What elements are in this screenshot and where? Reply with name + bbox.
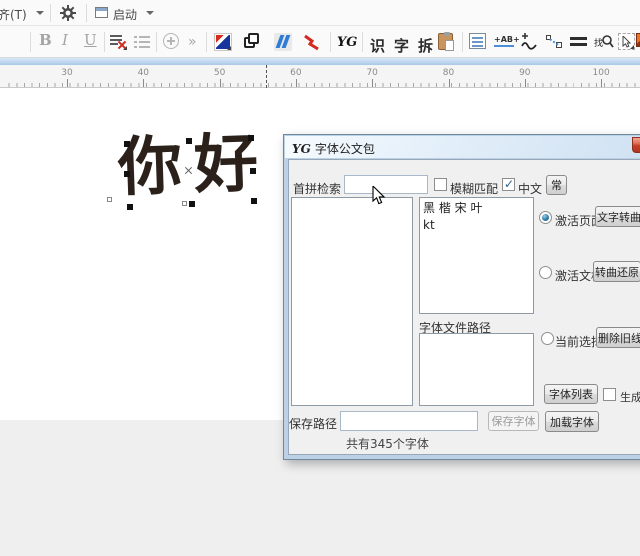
common-fonts-button[interactable]: 常 xyxy=(546,175,567,195)
text-node-handle[interactable] xyxy=(107,197,112,202)
selection-handle-top-mid[interactable] xyxy=(186,138,192,144)
selection-handle-bottom-right[interactable] xyxy=(251,198,257,204)
ruler-tick-mark xyxy=(296,79,297,87)
ruler-tick-label: 70 xyxy=(360,68,384,78)
underline-button[interactable]: U xyxy=(84,31,97,49)
chinese-checkbox[interactable]: ✓ xyxy=(502,178,515,191)
font-table-icon[interactable] xyxy=(469,33,486,49)
toolbar-standard: 贴齐(T) 启动 xyxy=(0,0,640,26)
ruler-tick-mark xyxy=(449,79,450,87)
ruler-tick-mark xyxy=(220,79,221,87)
font-briefcase-dialog: YG字体公文包 首拼检索 模糊匹配 ✓ 中文 常 黑 楷 宋 叶kt 字体文件路… xyxy=(283,134,640,460)
snap-dropdown-caret-icon[interactable] xyxy=(36,11,44,15)
font-count-status: 共有345个字体 xyxy=(346,435,429,452)
mouse-cursor-icon xyxy=(372,186,386,206)
toolbar-overflow-chevron[interactable]: » xyxy=(188,34,197,50)
clipped-edge-icon[interactable] xyxy=(636,33,640,47)
bulleted-list-icon[interactable] xyxy=(134,33,152,51)
fit-text-to-curve-icon[interactable] xyxy=(520,33,538,51)
ruler-tick-mark xyxy=(143,79,144,87)
plugin-logo-icon[interactable] xyxy=(214,33,232,51)
italic-button[interactable]: I xyxy=(62,31,68,49)
yg-plugin-logo[interactable]: YG xyxy=(337,35,357,50)
ruler-tick-label: 80 xyxy=(437,68,461,78)
ruler-tick-mark xyxy=(372,79,373,87)
chinese-label: 中文 xyxy=(518,180,542,197)
search-label: 首拼检索 xyxy=(293,180,341,197)
launch-dropdown-caret-icon[interactable] xyxy=(146,11,154,15)
clipboard-paste-icon[interactable] xyxy=(438,33,453,50)
fuzzy-match-checkbox[interactable] xyxy=(434,178,447,191)
insert-text-icon[interactable]: +AB+ xyxy=(494,33,514,49)
ruler-tick-mark xyxy=(525,79,526,87)
double-line-icon[interactable] xyxy=(570,33,588,51)
dialog-titlebar[interactable]: YG字体公文包 xyxy=(285,136,640,158)
save-path-label: 保存路径 xyxy=(289,415,337,432)
zoom-plus-icon[interactable] xyxy=(163,33,179,49)
horizontal-ruler[interactable]: 30 40 50 60 70 80 90 100 xyxy=(0,65,640,88)
curve-restore-button[interactable]: 转曲还原 xyxy=(593,261,640,282)
bold-button[interactable]: B xyxy=(39,31,52,49)
launch-menu[interactable]: 启动 xyxy=(113,6,137,23)
dialog-title: YG字体公文包 xyxy=(292,140,375,157)
font-name-listbox[interactable]: 黑 楷 宋 叶kt xyxy=(419,197,534,314)
ruler-tick-label: 60 xyxy=(284,68,308,78)
text-alignment-none-icon[interactable] xyxy=(110,33,127,50)
ruler-tick-label: 50 xyxy=(208,68,232,78)
distribute-objects-icon[interactable] xyxy=(546,33,564,51)
text-to-curve-button[interactable]: 文字转曲 xyxy=(595,206,640,227)
selection-center-marker-icon[interactable] xyxy=(184,166,193,175)
result-listbox[interactable] xyxy=(291,197,413,406)
selection-handle-top-left[interactable] xyxy=(124,141,130,147)
pinyin-search-input[interactable] xyxy=(344,175,428,194)
plugin-button-2[interactable]: 字 xyxy=(394,35,409,56)
selection-handle-mid-left[interactable] xyxy=(124,171,130,177)
selection-handle-top-right[interactable] xyxy=(248,135,254,141)
toolbar-text-plugins: B I U » xyxy=(0,26,640,58)
delete-old-lines-button[interactable]: 删除旧线 xyxy=(596,327,640,348)
font-list-item[interactable]: 黑 楷 宋 叶 xyxy=(420,198,533,217)
ruler-top-band xyxy=(0,58,640,65)
generate-list-label: 生成列表 xyxy=(620,389,640,405)
selection-handle-bottom-mid[interactable] xyxy=(189,201,195,207)
save-path-input[interactable] xyxy=(340,411,478,431)
radio-dot-icon xyxy=(542,214,549,221)
activate-document-radio[interactable] xyxy=(539,266,552,279)
overlap-shapes-icon[interactable] xyxy=(244,33,262,51)
close-button[interactable] xyxy=(632,137,640,153)
font-path-listbox[interactable] xyxy=(419,333,534,406)
ruler-tick-label: 90 xyxy=(513,68,537,78)
fuzzy-match-label: 模糊匹配 xyxy=(450,180,498,197)
ruler-tick-label: 40 xyxy=(131,68,155,78)
plugin-button-3[interactable]: 拆 xyxy=(418,35,433,56)
generate-list-checkbox[interactable] xyxy=(603,388,616,401)
save-font-button[interactable]: 保存字体 xyxy=(488,411,539,431)
plugin-button-1[interactable]: 识 xyxy=(370,35,385,56)
launch-window-icon xyxy=(95,7,108,18)
selection-handle-bottom-left[interactable] xyxy=(127,204,133,210)
page-boundary-marker xyxy=(266,65,267,88)
ruler-tick-label: 30 xyxy=(55,68,79,78)
snap-to-menu[interactable]: 贴齐(T) xyxy=(0,6,27,23)
ruler-tick-mark xyxy=(601,79,602,87)
check-icon: ✓ xyxy=(504,177,514,191)
double-slash-icon[interactable] xyxy=(274,33,292,51)
red-zigzag-icon[interactable] xyxy=(303,33,321,51)
current-selection-radio[interactable] xyxy=(541,332,554,345)
ruler-tick-label: 100 xyxy=(589,68,613,78)
ruler-tick-mark xyxy=(67,79,68,87)
activate-page-radio[interactable] xyxy=(539,211,552,224)
app-window: 贴齐(T) 启动 B I U xyxy=(0,0,640,556)
font-list-item[interactable]: kt xyxy=(420,217,533,233)
text-node-handle[interactable] xyxy=(182,201,187,206)
select-objects-icon[interactable] xyxy=(618,33,635,50)
selection-handle-mid-right[interactable] xyxy=(250,168,256,174)
options-gear-icon[interactable] xyxy=(59,4,77,22)
load-font-button[interactable]: 加载字体 xyxy=(545,411,599,432)
find-font-icon[interactable]: 找 xyxy=(594,33,614,51)
font-list-button[interactable]: 字体列表 xyxy=(544,384,598,404)
